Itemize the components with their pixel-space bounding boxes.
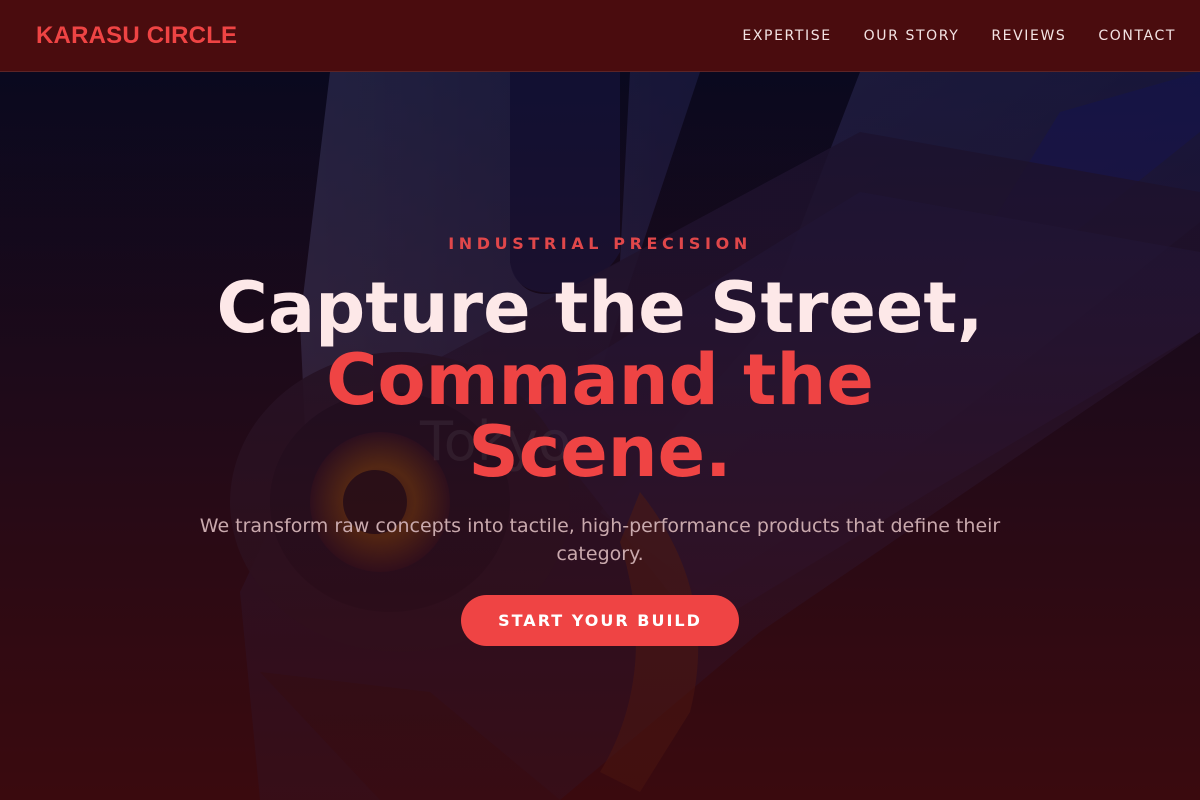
start-your-build-button[interactable]: START YOUR BUILD <box>461 595 739 646</box>
nav-item-our-story[interactable]: OUR STORY <box>864 28 960 44</box>
main-nav: EXPERTISE OUR STORY REVIEWS CONTACT <box>742 28 1176 44</box>
headline-line-2: Command the Scene. <box>326 339 874 493</box>
hero-content: Tokyo INDUSTRIAL PRECISION Capture the S… <box>0 72 1200 800</box>
hero-section: Tokyo INDUSTRIAL PRECISION Capture the S… <box>0 72 1200 800</box>
site-header: KARASU CIRCLE EXPERTISE OUR STORY REVIEW… <box>0 0 1200 72</box>
headline-line-1: Capture the Street, <box>216 267 984 349</box>
nav-item-reviews[interactable]: REVIEWS <box>991 28 1066 44</box>
hero-headline: Capture the Street, Command the Scene. <box>0 272 1200 488</box>
nav-item-contact[interactable]: CONTACT <box>1098 28 1176 44</box>
hero-subtext: We transform raw concepts into tactile, … <box>199 515 1001 565</box>
nav-item-expertise[interactable]: EXPERTISE <box>742 28 831 44</box>
hero-eyebrow: INDUSTRIAL PRECISION <box>448 234 752 253</box>
brand-logo[interactable]: KARASU CIRCLE <box>36 22 237 50</box>
